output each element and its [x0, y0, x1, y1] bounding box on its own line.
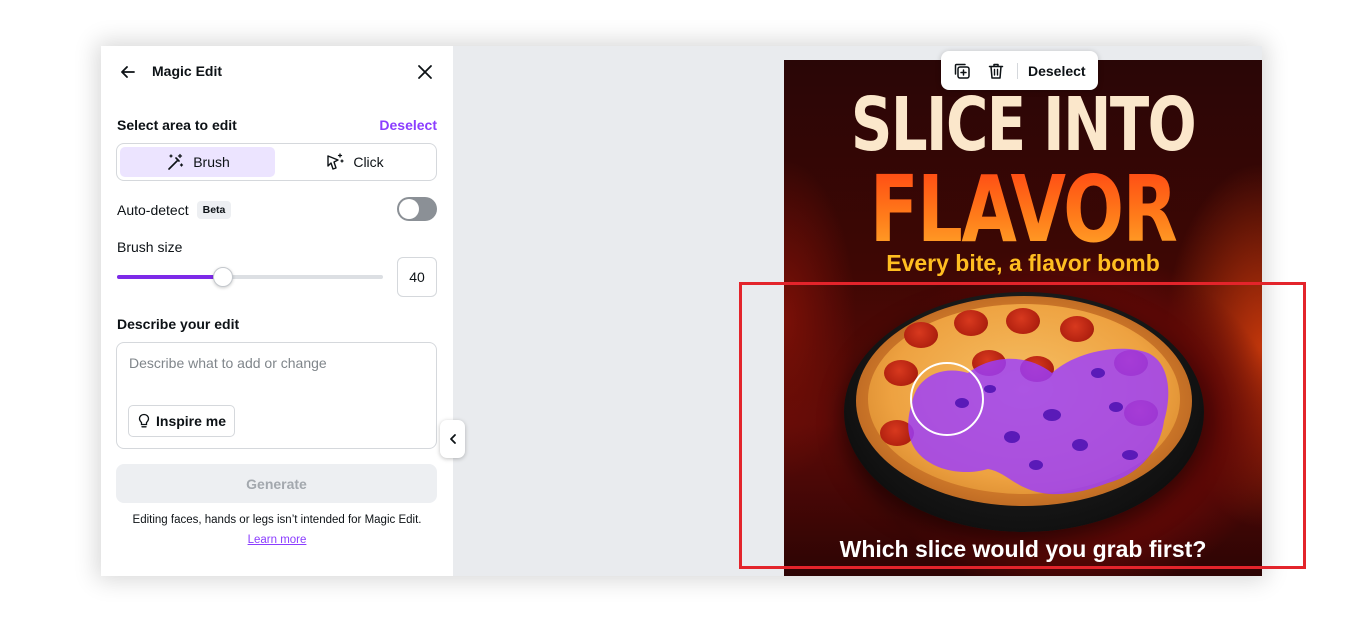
collapse-panel-button[interactable] [440, 420, 465, 458]
panel-title: Magic Edit [152, 63, 223, 79]
inspire-me-label: Inspire me [156, 413, 227, 429]
brush-size-slider[interactable] [117, 267, 383, 287]
toggle-knob [399, 199, 419, 219]
describe-label: Describe your edit [117, 316, 240, 332]
brush-mode-label: Brush [193, 154, 230, 170]
poster-subtitle: Every bite, a flavor bomb [886, 250, 1160, 276]
close-icon [418, 65, 432, 79]
back-button[interactable] [118, 62, 138, 82]
magic-edit-panel: Magic Edit Select area to edit Deselect … [101, 46, 453, 576]
duplicate-button[interactable] [951, 60, 973, 82]
mode-segmented-control: Brush Click [116, 143, 437, 181]
magic-brush-icon [168, 153, 184, 170]
describe-edit-textarea[interactable]: Describe what to add or change Inspire m… [116, 342, 437, 449]
lightbulb-icon [138, 413, 150, 428]
close-button[interactable] [414, 61, 436, 83]
slider-thumb[interactable] [213, 267, 234, 287]
brush-mode-button[interactable]: Brush [120, 147, 275, 177]
brush-size-label: Brush size [117, 239, 183, 255]
generate-button[interactable]: Generate [116, 464, 437, 503]
click-mode-button[interactable]: Click [277, 147, 432, 177]
inspire-me-button[interactable]: Inspire me [128, 405, 236, 437]
toolbar-deselect-button[interactable]: Deselect [1028, 63, 1086, 79]
auto-detect-label: Auto-detect [117, 202, 189, 218]
toolbar-divider [1017, 62, 1018, 79]
delete-button[interactable] [985, 60, 1007, 82]
brush-size-input[interactable]: 40 [397, 257, 437, 297]
annotation-highlight-box [739, 282, 1306, 569]
magic-click-icon [327, 153, 344, 170]
poster-title-line2: FLAVOR [837, 156, 1210, 263]
disclaimer-text: Editing faces, hands or legs isn’t inten… [132, 514, 422, 526]
beta-badge: Beta [196, 201, 232, 219]
slider-fill [117, 275, 224, 279]
select-area-label: Select area to edit [117, 117, 237, 133]
duplicate-icon [954, 63, 970, 79]
auto-detect-row: Auto-detect Beta [117, 201, 232, 219]
deselect-link[interactable]: Deselect [379, 117, 437, 133]
auto-detect-toggle[interactable] [397, 197, 437, 221]
learn-more-link[interactable]: Learn more [101, 534, 453, 546]
click-mode-label: Click [353, 154, 384, 170]
chevron-left-icon [449, 434, 456, 444]
trash-icon [988, 63, 1004, 79]
arrow-left-icon [121, 66, 135, 78]
element-toolbar: Deselect [941, 51, 1098, 90]
describe-placeholder: Describe what to add or change [129, 355, 327, 371]
